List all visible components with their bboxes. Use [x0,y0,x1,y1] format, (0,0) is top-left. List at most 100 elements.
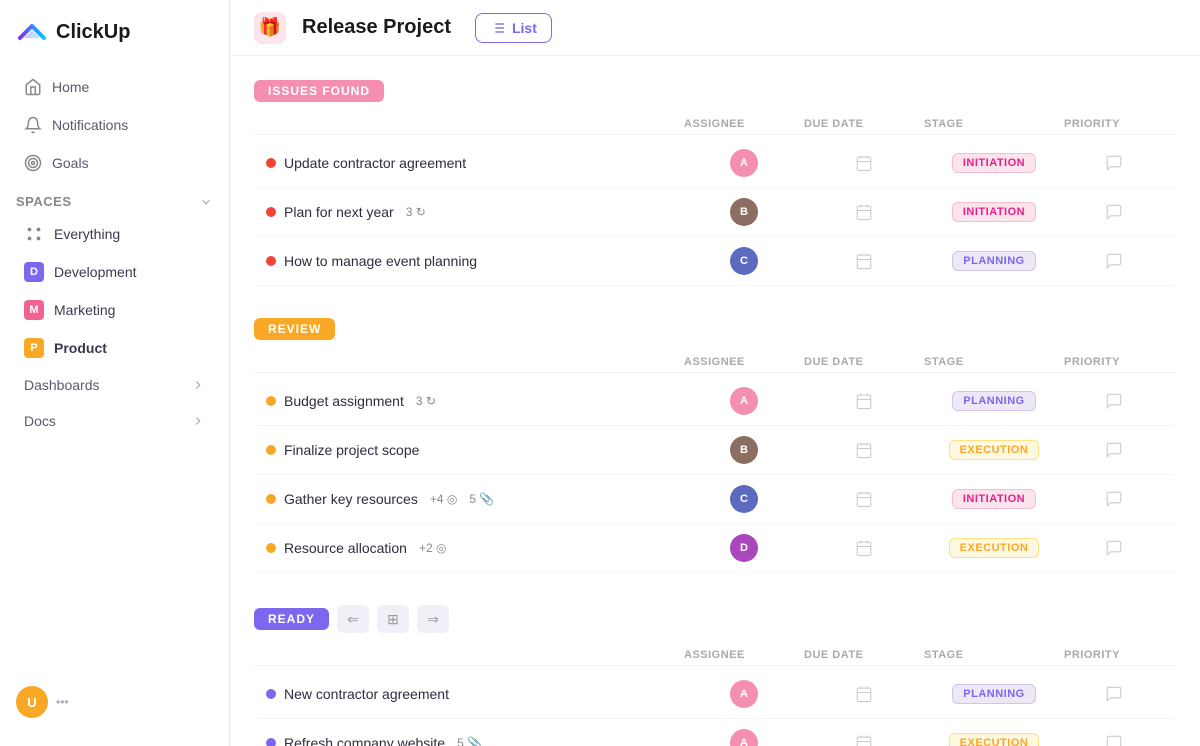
development-space-icon: D [24,262,44,282]
calendar-icon [855,154,873,172]
stage-cell: INITIATION [924,489,1064,509]
toolbar-btn-3[interactable]: ⇒ [417,605,449,633]
task-name: Resource allocation +2 ◎ [266,540,684,556]
avatar: B [730,436,758,464]
due-date-cell [804,734,924,746]
sidebar-item-development[interactable]: D Development [8,254,221,290]
avatar: C [730,485,758,513]
comment-icon [1105,392,1123,410]
table-row[interactable]: Resource allocation +2 ◎ D EXECUTION [254,524,1176,573]
avatar: A [730,387,758,415]
priority-cell [1064,441,1164,459]
priority-cell [1064,734,1164,746]
col-stage: STAGE [924,118,1064,130]
avatar: D [730,534,758,562]
sidebar: ClickUp Home Notifications Goals Spaces … [0,0,230,746]
list-icon [490,20,506,36]
sidebar-item-product[interactable]: P Product [8,330,221,366]
calendar-icon [855,685,873,703]
list-view-button[interactable]: List [475,13,552,43]
priority-cell [1064,154,1164,172]
section-review-label: REVIEW [254,318,335,340]
task-name: Update contractor agreement [266,155,684,171]
chevron-right-icon [191,378,205,392]
table-row[interactable]: Gather key resources +4 ◎ 5 📎 C INITIATI… [254,475,1176,524]
section-issues-label: ISSUES FOUND [254,80,384,102]
clickup-logo-icon [16,16,48,48]
task-badge-attach: 5 📎 [469,492,494,506]
due-date-cell [804,539,924,557]
priority-dot [266,207,276,217]
comment-icon [1105,490,1123,508]
sidebar-item-goals-label: Goals [52,155,89,171]
priority-dot [266,689,276,699]
priority-dot [266,543,276,553]
col-priority: PRIORITY [1064,649,1164,661]
table-row[interactable]: New contractor agreement A PLANNING [254,670,1176,719]
assignee-cell: B [684,198,804,226]
toolbar-btn-1[interactable]: ⇐ [337,605,369,633]
sidebar-item-dashboards[interactable]: Dashboards [8,368,221,402]
due-date-cell [804,490,924,508]
task-label: Plan for next year [284,204,394,220]
top-bar: 🎁 Release Project List [230,0,1200,56]
task-badge: 5 📎 [457,736,482,746]
logo-text: ClickUp [56,21,130,44]
col-task [266,118,684,130]
sidebar-item-everything[interactable]: Everything [8,216,221,252]
stage-cell: EXECUTION [924,440,1064,460]
assignee-cell: A [684,149,804,177]
ready-col-headers: ASSIGNEE DUE DATE STAGE PRIORITY [254,645,1176,666]
home-icon [24,78,42,96]
calendar-icon [855,441,873,459]
col-duedate: DUE DATE [804,118,924,130]
assignee-cell: A [684,680,804,708]
calendar-icon [855,203,873,221]
review-col-headers: ASSIGNEE DUE DATE STAGE PRIORITY [254,352,1176,373]
dashboards-label: Dashboards [24,377,100,393]
calendar-icon [855,252,873,270]
task-badge: +4 ◎ [430,492,458,506]
sidebar-item-notifications[interactable]: Notifications [8,107,221,143]
table-row[interactable]: Budget assignment 3 ↻ A PLANNING [254,377,1176,426]
sidebar-item-home[interactable]: Home [8,69,221,105]
stage-cell: EXECUTION [924,733,1064,746]
calendar-icon [855,392,873,410]
assignee-cell: B [684,436,804,464]
stage-badge: INITIATION [952,202,1036,222]
table-row[interactable]: Refresh company website 5 📎 A EXECUTION [254,719,1176,746]
col-assignee: ASSIGNEE [684,356,804,368]
col-task [266,649,684,661]
main-content: 🎁 Release Project List ISSUES FOUND ASSI… [230,0,1200,746]
table-row[interactable]: Plan for next year 3 ↻ B INITIATION [254,188,1176,237]
due-date-cell [804,154,924,172]
priority-cell [1064,490,1164,508]
stage-badge: INITIATION [952,153,1036,173]
list-view-label: List [512,20,537,36]
sidebar-item-docs[interactable]: Docs [8,404,221,438]
toolbar-btn-2[interactable]: ⊞ [377,605,409,633]
task-label: Budget assignment [284,393,404,409]
avatar: B [730,198,758,226]
user-avatar-area[interactable]: U ••• [0,674,229,730]
col-priority: PRIORITY [1064,118,1164,130]
comment-icon [1105,539,1123,557]
table-row[interactable]: Update contractor agreement A INITIATION [254,139,1176,188]
col-stage: STAGE [924,649,1064,661]
table-row[interactable]: Finalize project scope B EXECUTION [254,426,1176,475]
content-area[interactable]: ISSUES FOUND ASSIGNEE DUE DATE STAGE PRI… [230,56,1200,746]
table-row[interactable]: How to manage event planning C PLANNING [254,237,1176,286]
col-assignee: ASSIGNEE [684,118,804,130]
due-date-cell [804,685,924,703]
task-label: Resource allocation [284,540,407,556]
marketing-space-icon: M [24,300,44,320]
col-priority: PRIORITY [1064,356,1164,368]
sidebar-item-marketing[interactable]: M Marketing [8,292,221,328]
sidebar-item-home-label: Home [52,79,89,95]
assignee-cell: A [684,387,804,415]
col-task [266,356,684,368]
section-review: REVIEW ASSIGNEE DUE DATE STAGE PRIORITY … [254,318,1176,573]
task-label: Refresh company website [284,735,445,746]
sidebar-item-goals[interactable]: Goals [8,145,221,181]
task-label: Gather key resources [284,491,418,507]
